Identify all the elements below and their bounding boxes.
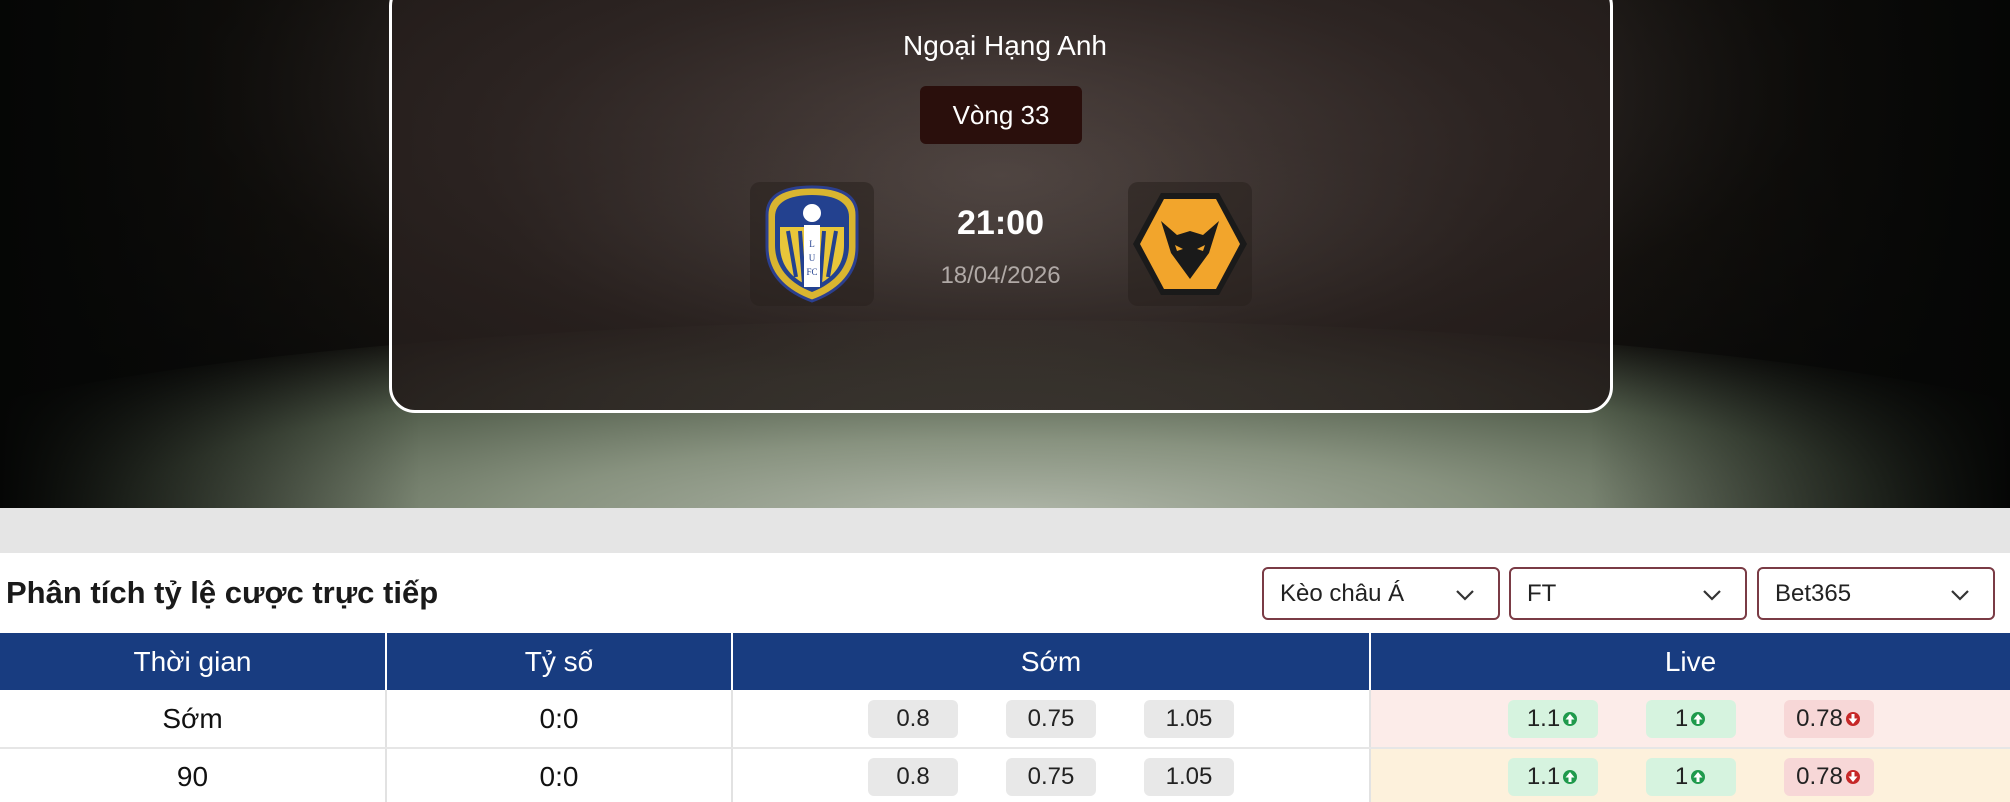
early-odds-away: 1.05 (1144, 758, 1234, 796)
live-odds-away: 0.78 (1783, 758, 1874, 796)
arrow-up-icon (1691, 711, 1706, 726)
bookmaker-select[interactable]: Bet365 (1757, 567, 1995, 620)
column-header-score: Tỷ số (386, 633, 733, 690)
round-badge: Vòng 33 (920, 86, 1082, 144)
odds-header: Phân tích tỷ lệ cược trực tiếp Kèo châu … (0, 553, 2010, 633)
arrow-down-icon (1845, 770, 1860, 784)
table-row: Sớm 0:0 0.8 0.75 1.05 1.1 1 0.78 (0, 690, 2010, 749)
live-odds-value: 1.1 (1526, 763, 1561, 790)
period-select-value: FT (1527, 580, 1557, 607)
arrow-up-icon (1691, 770, 1706, 784)
live-odds-value: 1 (1674, 704, 1689, 732)
away-team-logo[interactable] (1128, 182, 1252, 306)
live-odds-handicap: 1 (1645, 699, 1736, 738)
table-row: 90 0:0 0.8 0.75 1.05 1.1 1 0.78 (0, 748, 2010, 802)
live-odds-cell: 1.1 1 0.78 (1370, 748, 2010, 802)
column-header-live: Live (1370, 633, 2010, 690)
early-odds-home: 0.8 (868, 758, 958, 796)
chevron-down-icon (1456, 590, 1474, 601)
live-odds-home: 1.1 (1507, 699, 1598, 738)
arrow-up-icon (1563, 770, 1578, 784)
early-odds-cell: 0.8 0.75 1.05 (732, 748, 1371, 802)
league-name: Ngoại Hạng Anh (903, 30, 1107, 61)
match-hero: Ngoại Hạng Anh Vòng 33 L U FC 21:00 18/0… (0, 0, 2010, 508)
chevron-down-icon (1951, 590, 1969, 601)
early-odds-handicap: 0.75 (1006, 758, 1096, 796)
early-odds-away: 1.05 (1144, 699, 1234, 738)
match-date: 18/04/2026 (940, 262, 1061, 289)
arrow-up-icon (1563, 711, 1578, 726)
kickoff-time: 21:00 (957, 204, 1044, 242)
market-select[interactable]: Kèo châu Á (1262, 567, 1500, 620)
early-odds-handicap: 0.75 (1006, 699, 1096, 738)
score-cell: 0:0 (386, 748, 733, 802)
live-odds-cell: 1.1 1 0.78 (1370, 690, 2010, 749)
live-odds-value: 0.78 (1796, 763, 1843, 790)
section-divider (0, 508, 2010, 553)
live-odds-value: 1.1 (1526, 704, 1561, 732)
score-cell: 0:0 (386, 690, 733, 749)
chevron-down-icon (1703, 590, 1721, 601)
odds-table-header: Thời gian Tỷ số Sớm Live (0, 633, 2010, 690)
odds-table: Thời gian Tỷ số Sớm Live Sớm 0:0 0.8 0.7… (0, 633, 2010, 802)
live-odds-value: 0.78 (1796, 704, 1843, 732)
period-select[interactable]: FT (1509, 567, 1747, 620)
live-odds-away: 0.78 (1783, 699, 1874, 738)
odds-panel-title: Phân tích tỷ lệ cược trực tiếp (6, 575, 439, 610)
bookmaker-select-value: Bet365 (1775, 580, 1852, 607)
live-odds-handicap: 1 (1645, 758, 1736, 796)
market-select-value: Kèo châu Á (1280, 580, 1405, 607)
live-odds-value: 1 (1674, 763, 1689, 790)
hero-vignette-left (0, 0, 420, 508)
column-header-time: Thời gian (0, 633, 387, 690)
hero-vignette-right (1590, 0, 2010, 508)
time-cell: Sớm (0, 690, 387, 749)
time-cell: 90 (0, 748, 387, 802)
arrow-down-icon (1845, 711, 1860, 726)
column-header-early: Sớm (732, 633, 1371, 690)
early-odds-home: 0.8 (868, 699, 958, 738)
live-odds-home: 1.1 (1507, 758, 1598, 796)
early-odds-cell: 0.8 0.75 1.05 (732, 690, 1371, 749)
wolves-crest-icon (1133, 193, 1247, 295)
